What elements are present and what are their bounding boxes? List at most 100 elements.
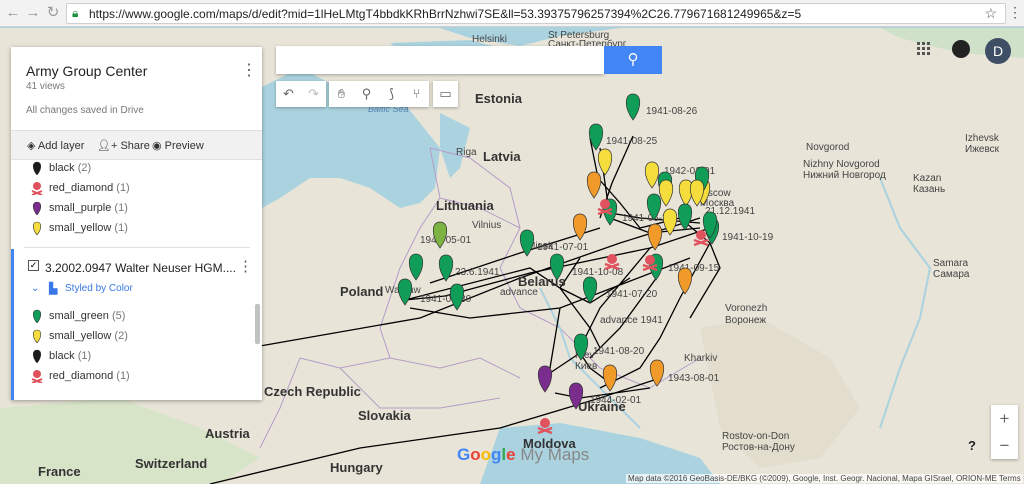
- draw-line-icon[interactable]: ⟆: [379, 81, 404, 107]
- back-arrow-icon[interactable]: ←: [4, 4, 22, 22]
- zoom-out-button[interactable]: −: [991, 432, 1018, 459]
- redo-icon[interactable]: ↷: [301, 81, 326, 107]
- country-label: Czech Republic: [264, 384, 361, 399]
- city-label: Novgorod: [806, 142, 849, 153]
- city-label: Ростов-на-Дону: [722, 442, 795, 453]
- legend-label: small_purple: [49, 202, 112, 214]
- city-label: Kazan: [913, 173, 941, 184]
- marker-pin-icon[interactable]: [31, 329, 43, 343]
- skull-icon[interactable]: [31, 369, 43, 383]
- legend-label: small_yellow: [49, 330, 112, 342]
- search-icon: ⚲: [627, 51, 639, 68]
- terms-link[interactable]: Terms: [999, 474, 1021, 483]
- preview-button[interactable]: ◉ Preview: [152, 139, 204, 152]
- zoom-controls: + −: [991, 405, 1018, 459]
- forward-arrow-icon[interactable]: →: [24, 4, 42, 22]
- marker-pin-icon[interactable]: [31, 349, 43, 363]
- layer-options-icon[interactable]: ⋮: [238, 257, 253, 275]
- ruler-icon[interactable]: ▭: [433, 81, 458, 107]
- marker-pin-icon[interactable]: [31, 309, 43, 323]
- legend-count: (2): [74, 162, 92, 174]
- search-input[interactable]: [276, 46, 604, 74]
- add-layer-button[interactable]: ◈ Add layer: [27, 139, 84, 152]
- marker-pin-icon[interactable]: [31, 161, 43, 175]
- city-label: Воронеж: [725, 315, 766, 326]
- date-annotation: 1944-02-01: [590, 395, 642, 406]
- search-button[interactable]: ⚲: [604, 46, 662, 74]
- country-label: Lithuania: [436, 198, 495, 213]
- help-icon[interactable]: ?: [968, 438, 976, 453]
- marker-icon[interactable]: ⚲: [354, 81, 379, 107]
- map-title[interactable]: Army Group Center: [26, 63, 147, 79]
- map-attribution: Map data ©2016 GeoBasis-DE/BKG (©2009), …: [626, 474, 1023, 483]
- country-label: Poland: [340, 284, 383, 299]
- marker-pin-icon[interactable]: [31, 221, 43, 235]
- layer-divider: [24, 247, 250, 248]
- city-label: Kharkiv: [684, 353, 717, 364]
- notifications-bell-icon[interactable]: [952, 40, 970, 58]
- layers-icon: ◈: [27, 140, 38, 152]
- zoom-in-button[interactable]: +: [991, 405, 1018, 432]
- undo-icon[interactable]: ↶: [276, 81, 301, 107]
- layer-checkbox[interactable]: ✓: [28, 260, 39, 271]
- directions-icon[interactable]: ⑂: [404, 81, 429, 107]
- browser-toolbar: ← → ↻ 🔒︎ https://www.google.com/maps/d/e…: [0, 0, 1024, 27]
- city-label: Riga: [456, 147, 477, 158]
- date-annotation: 1941-08-20: [593, 346, 645, 357]
- legend-item[interactable]: red_diamond (1): [49, 182, 130, 194]
- avatar[interactable]: D: [985, 38, 1011, 64]
- legend-item[interactable]: small_green (5): [49, 310, 125, 322]
- chevron-down-icon[interactable]: ⌄: [31, 283, 39, 294]
- date-annotation: 1941-08-26: [646, 106, 698, 117]
- date-annotation: 23.6.1941: [455, 267, 500, 278]
- marker-pin-icon[interactable]: [31, 201, 43, 215]
- apps-grid-icon[interactable]: [917, 42, 931, 56]
- country-label: France: [38, 464, 81, 479]
- legend-count: (1): [113, 182, 130, 194]
- legend-label: black: [49, 162, 75, 174]
- hand-icon[interactable]: ✋︎: [329, 81, 354, 107]
- share-button[interactable]: 👤︎+ Share: [97, 139, 150, 152]
- paint-roller-icon: ▙: [49, 283, 58, 295]
- date-annotation: 1941-07-01: [537, 242, 589, 253]
- bookmark-star-icon[interactable]: ☆: [984, 5, 997, 22]
- legend-item[interactable]: small_yellow (1): [49, 222, 128, 234]
- map-canvas[interactable]: Estonia Latvia Lithuania Poland Belarus Ukrai…: [0, 28, 1024, 484]
- country-label: Austria: [205, 426, 251, 441]
- country-label: Slovakia: [358, 408, 412, 423]
- legend-count: (1): [74, 350, 92, 362]
- date-annotation: 1941-09-15: [668, 263, 720, 274]
- drawing-toolbar: ✋︎ ⚲ ⟆ ⑂: [329, 81, 429, 107]
- panel-scrollbar[interactable]: [255, 304, 260, 344]
- date-annotation: 1941-10-19: [722, 232, 774, 243]
- layer2-title[interactable]: 3.2002.0947 Walter Neuser HGM....: [45, 261, 236, 275]
- legend-item[interactable]: black (2): [49, 162, 91, 174]
- city-label: Ижевск: [965, 144, 1000, 155]
- legend-item[interactable]: red_diamond (1): [49, 370, 130, 382]
- legend-label: red_diamond: [49, 182, 114, 194]
- legend-count: (2): [111, 330, 128, 342]
- skull-icon[interactable]: [31, 181, 43, 195]
- legend-item[interactable]: black (1): [49, 350, 91, 362]
- date-annotation: 1941-07-20: [606, 289, 658, 300]
- eye-icon: ◉: [152, 140, 165, 152]
- reload-icon[interactable]: ↻: [44, 4, 62, 22]
- legend-label: small_yellow: [49, 222, 112, 234]
- city-label: Voronezh: [725, 303, 767, 314]
- city-label: Казань: [913, 184, 945, 195]
- address-bar[interactable]: 🔒︎ https://www.google.com/maps/d/edit?mi…: [66, 3, 1006, 24]
- date-annotation: advance: [500, 287, 538, 298]
- url-text[interactable]: https://www.google.com/maps/d/edit?mid=1…: [89, 7, 801, 21]
- legend-item[interactable]: small_yellow (2): [49, 330, 128, 342]
- legend-item[interactable]: small_purple (1): [49, 202, 128, 214]
- measure-toolbar: ▭: [433, 81, 458, 107]
- country-label: Switzerland: [135, 456, 207, 471]
- city-label: Helsinki: [472, 34, 507, 45]
- city-label: Vilnius: [472, 220, 501, 231]
- browser-menu-icon[interactable]: ⋮: [1008, 4, 1022, 21]
- style-by-color-link[interactable]: Styled by Color: [65, 283, 133, 294]
- legend-label: small_green: [49, 310, 109, 322]
- map-options-icon[interactable]: ⋮: [241, 60, 257, 80]
- lock-icon: 🔒︎: [72, 6, 79, 20]
- city-label: Samara: [933, 258, 968, 269]
